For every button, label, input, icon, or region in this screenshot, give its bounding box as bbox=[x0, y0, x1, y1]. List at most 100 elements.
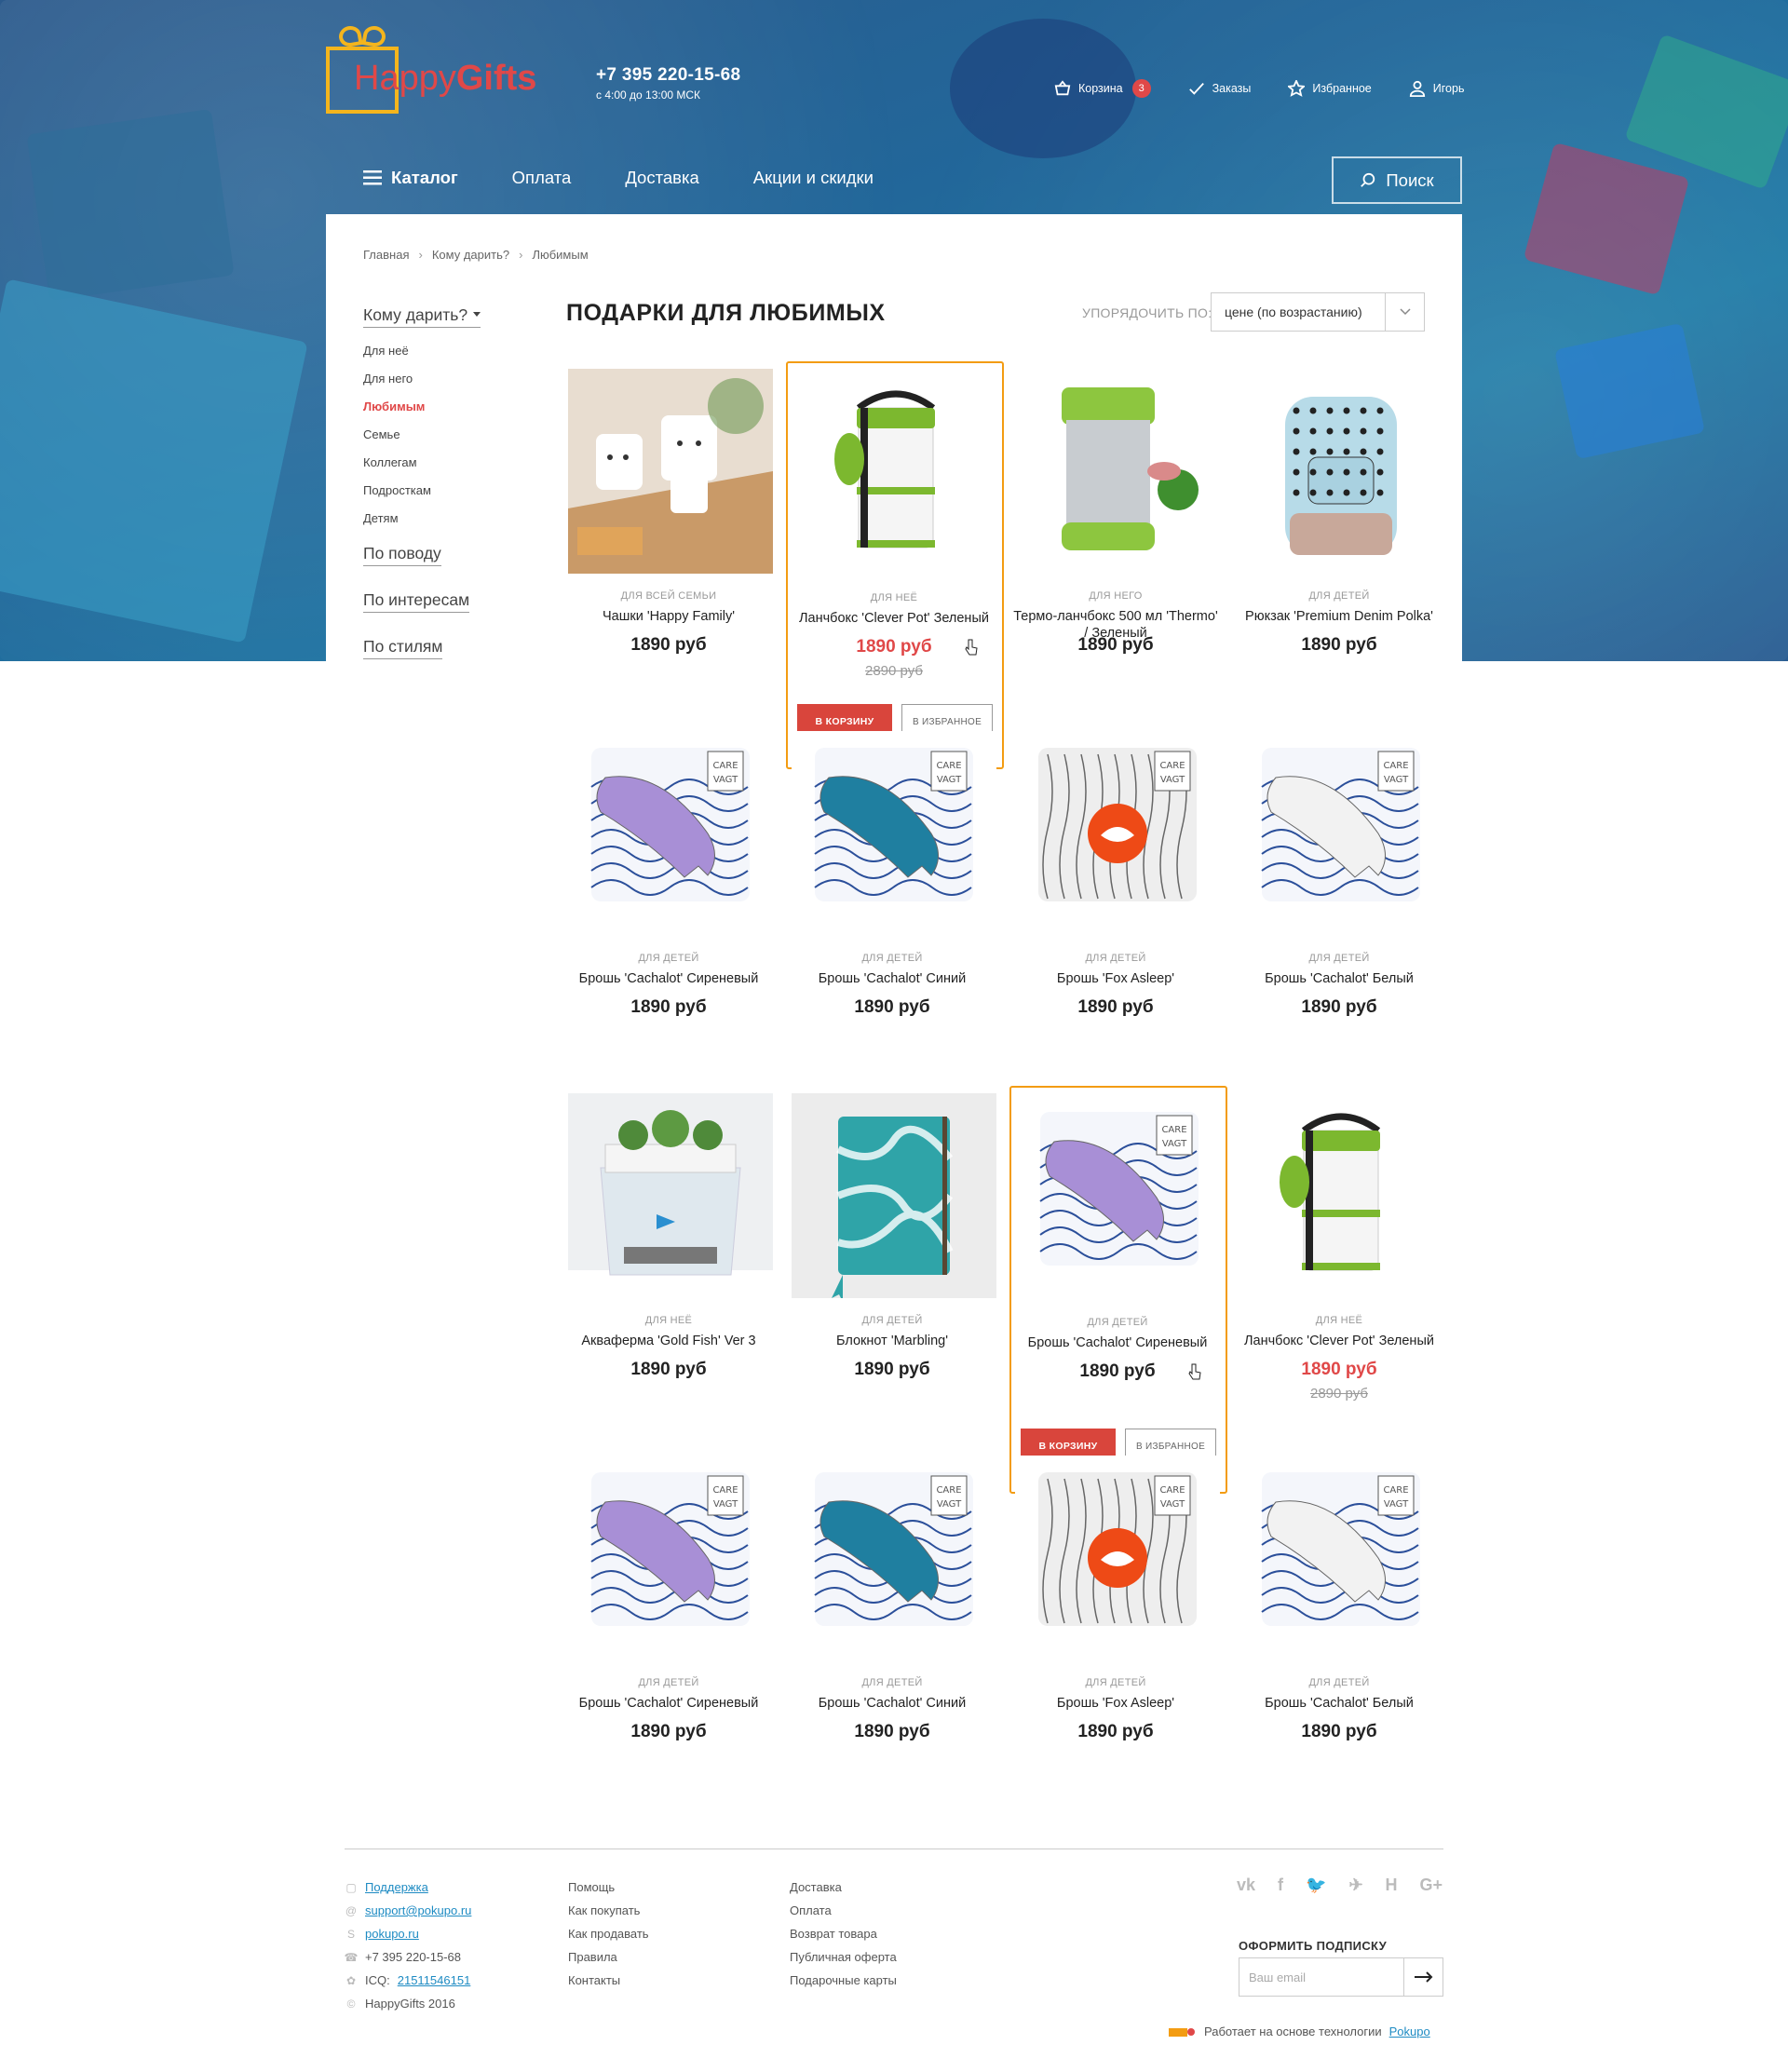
product-name[interactable]: Ланчбокс 'Clever Pot' Зеленый bbox=[1237, 1333, 1442, 1349]
product-card[interactable]: CARE VAGT ДЛЯ ДЕТЕЙ Брошь 'Cachalot' Сирене… bbox=[566, 729, 790, 1064]
product-name[interactable]: Брошь 'Cachalot' Синий bbox=[790, 1695, 995, 1712]
footer-contact-text[interactable]: Поддержка bbox=[365, 1880, 428, 1894]
breadcrumb-home[interactable]: Главная bbox=[363, 248, 409, 262]
vk-icon[interactable]: vk bbox=[1237, 1876, 1255, 1895]
footer-contact-text[interactable]: 21511546151 bbox=[398, 1973, 471, 1987]
product-image[interactable]: CARE VAGT bbox=[1017, 1095, 1222, 1300]
footer-contact-text[interactable]: pokupo.ru bbox=[365, 1927, 419, 1941]
product-image[interactable]: CARE VAGT bbox=[1015, 1456, 1220, 1660]
google-plus-icon[interactable]: G+ bbox=[1420, 1876, 1443, 1895]
twitter-icon[interactable]: 🐦 bbox=[1306, 1876, 1326, 1895]
user-account-link[interactable]: Игорь bbox=[1409, 80, 1464, 97]
facebook-icon[interactable]: f bbox=[1278, 1876, 1283, 1895]
footer-contact-text[interactable]: support@pokupo.ru bbox=[365, 1903, 471, 1917]
product-card[interactable]: CARE VAGT ДЛЯ ДЕТЕЙ Брошь 'Cachalot' Синий 1… bbox=[790, 1454, 1013, 1789]
product-image[interactable]: CARE VAGT bbox=[1239, 1456, 1443, 1660]
orders-link[interactable]: Заказы bbox=[1188, 80, 1251, 97]
product-image[interactable] bbox=[1015, 369, 1220, 574]
sidebar-occasion[interactable]: По поводу bbox=[363, 544, 441, 566]
product-card[interactable]: CARE VAGT ДЛЯ ДЕТЕЙ Брошь 'Cachalot' Сирене… bbox=[566, 1454, 790, 1789]
subscribe-submit-button[interactable] bbox=[1403, 1958, 1443, 1996]
logo[interactable]: HappyGifts bbox=[326, 24, 540, 114]
product-image[interactable]: CARE VAGT bbox=[792, 1456, 996, 1660]
product-card[interactable]: ДЛЯ ДЕТЕЙ Блокнот 'Marbling' 1890 руб bbox=[790, 1091, 1013, 1427]
product-name[interactable]: Брошь 'Cachalot' Сиреневый bbox=[1015, 1334, 1220, 1351]
breadcrumb-who[interactable]: Кому дарить? bbox=[432, 248, 509, 262]
product-name[interactable]: Рюкзак 'Premium Denim Polka' bbox=[1237, 608, 1442, 625]
favorites-link[interactable]: Избранное bbox=[1288, 80, 1372, 97]
sidebar-who-title[interactable]: Кому дарить? bbox=[363, 305, 481, 328]
product-card[interactable]: ДЛЯ ВСЕЙ СЕМЬИ Чашки 'Happy Family' 1890 р… bbox=[566, 367, 790, 702]
subscribe-form: Ваш email bbox=[1239, 1957, 1443, 1997]
nav-promo[interactable]: Акции и скидки bbox=[753, 168, 874, 188]
cart-link[interactable]: Корзина 3 bbox=[1054, 79, 1151, 98]
product-name[interactable]: Ланчбокс 'Clever Pot' Зеленый bbox=[792, 610, 996, 627]
subscribe-email-input[interactable]: Ваш email bbox=[1239, 1958, 1403, 1996]
sidebar-item-beloved[interactable]: Любимым bbox=[363, 397, 531, 425]
product-image[interactable]: CARE VAGT bbox=[792, 731, 996, 936]
product-card[interactable]: ДЛЯ НЕЁ Ланчбокс 'Clever Pot' Зеленый 1890… bbox=[786, 361, 1004, 769]
telegram-icon[interactable]: ✈ bbox=[1348, 1876, 1362, 1895]
product-card[interactable]: ДЛЯ НЕЁ Ланчбокс 'Clever Pot' Зеленый 1890… bbox=[1237, 1091, 1460, 1427]
product-card[interactable]: ДЛЯ ДЕТЕЙ Рюкзак 'Premium Denim Polka' 189… bbox=[1237, 367, 1460, 702]
sidebar-item-for-him[interactable]: Для него bbox=[363, 369, 531, 397]
product-image[interactable] bbox=[568, 1093, 773, 1298]
product-name[interactable]: Чашки 'Happy Family' bbox=[566, 608, 771, 625]
footer-link[interactable]: Контакты bbox=[568, 1969, 649, 1992]
habr-icon[interactable]: H bbox=[1386, 1876, 1398, 1895]
product-image[interactable]: CARE VAGT bbox=[568, 1456, 773, 1660]
footer-link[interactable]: Доставка bbox=[790, 1876, 897, 1899]
product-card[interactable]: CARE VAGT ДЛЯ ДЕТЕЙ Брошь 'Cachalot' Сирене… bbox=[1009, 1086, 1227, 1494]
product-name[interactable]: Блокнот 'Marbling' bbox=[790, 1333, 995, 1349]
product-card[interactable]: CARE VAGT ДЛЯ ДЕТЕЙ Брошь 'Cachalot' Белый 1… bbox=[1237, 729, 1460, 1064]
product-category: ДЛЯ ДЕТЕЙ bbox=[861, 1315, 923, 1326]
product-name[interactable]: Брошь 'Cachalot' Белый bbox=[1237, 970, 1442, 987]
footer-link[interactable]: Правила bbox=[568, 1945, 649, 1969]
product-image[interactable]: CARE VAGT bbox=[1239, 731, 1443, 936]
product-name[interactable]: Брошь 'Cachalot' Синий bbox=[790, 970, 995, 987]
product-image[interactable]: CARE VAGT bbox=[1015, 731, 1220, 936]
product-image[interactable] bbox=[1239, 1093, 1443, 1298]
product-name[interactable]: Брошь 'Cachalot' Сиреневый bbox=[566, 970, 771, 987]
sidebar-item-colleagues[interactable]: Коллегам bbox=[363, 453, 531, 481]
arrow-right-icon bbox=[1414, 1971, 1432, 1983]
subscribe-title: ОФОРМИТЬ ПОДПИСКУ bbox=[1239, 1939, 1387, 1953]
product-card[interactable]: CARE VAGT ДЛЯ ДЕТЕЙ Брошь 'Fox Asleep' 1890 … bbox=[1013, 729, 1237, 1064]
sidebar-styles[interactable]: По стилям bbox=[363, 637, 443, 659]
product-card[interactable]: CARE VAGT ДЛЯ ДЕТЕЙ Брошь 'Cachalot' Белый 1… bbox=[1237, 1454, 1460, 1789]
footer-link[interactable]: Как продавать bbox=[568, 1922, 649, 1945]
footer-link[interactable]: Оплата bbox=[790, 1899, 897, 1922]
nav-payment[interactable]: Оплата bbox=[512, 168, 572, 188]
nav-delivery[interactable]: Доставка bbox=[625, 168, 698, 188]
product-image[interactable]: CARE VAGT bbox=[568, 731, 773, 936]
footer-link[interactable]: Публичная оферта bbox=[790, 1945, 897, 1969]
search-button[interactable]: Поиск bbox=[1332, 156, 1462, 204]
product-card[interactable]: ДЛЯ НЕЁ Акваферма 'Gold Fish' Ver 3 1890 р… bbox=[566, 1091, 790, 1427]
product-image[interactable] bbox=[792, 1093, 996, 1298]
product-image[interactable] bbox=[568, 369, 773, 574]
footer-link[interactable]: Как покупать bbox=[568, 1899, 649, 1922]
footer-link[interactable]: Подарочные карты bbox=[790, 1969, 897, 1992]
product-card[interactable]: CARE VAGT ДЛЯ ДЕТЕЙ Брошь 'Cachalot' Синий 1… bbox=[790, 729, 1013, 1064]
catalog-menu-button[interactable]: Каталог bbox=[363, 168, 458, 188]
product-name[interactable]: Брошь 'Cachalot' Белый bbox=[1237, 1695, 1442, 1712]
product-card[interactable]: CARE VAGT ДЛЯ ДЕТЕЙ Брошь 'Fox Asleep' 1890 … bbox=[1013, 1454, 1237, 1789]
pokupo-link[interactable]: Pokupo bbox=[1389, 2025, 1430, 2038]
sidebar-item-family[interactable]: Семье bbox=[363, 425, 531, 453]
product-image[interactable] bbox=[1239, 369, 1443, 574]
footer-link[interactable]: Возврат товара bbox=[790, 1922, 897, 1945]
phone-number[interactable]: +7 395 220-15-68 bbox=[596, 65, 740, 86]
product-name[interactable]: Брошь 'Fox Asleep' bbox=[1013, 1695, 1218, 1712]
product-card[interactable]: ДЛЯ НЕГО Термо-ланчбокс 500 мл 'Thermo' /… bbox=[1013, 367, 1237, 702]
sidebar-interests[interactable]: По интересам bbox=[363, 590, 470, 613]
product-name[interactable]: Акваферма 'Gold Fish' Ver 3 bbox=[566, 1333, 771, 1349]
product-price: 1890 руб bbox=[1301, 997, 1377, 1017]
sidebar-item-kids[interactable]: Детям bbox=[363, 508, 531, 536]
sidebar-item-teens[interactable]: Подросткам bbox=[363, 481, 531, 508]
product-name[interactable]: Брошь 'Fox Asleep' bbox=[1013, 970, 1218, 987]
product-name[interactable]: Брошь 'Cachalot' Сиреневый bbox=[566, 1695, 771, 1712]
sidebar-item-for-her[interactable]: Для неё bbox=[363, 341, 531, 369]
footer-link[interactable]: Помощь bbox=[568, 1876, 649, 1899]
product-image[interactable] bbox=[793, 371, 998, 576]
sort-select[interactable]: цене (по возрастанию) bbox=[1211, 292, 1425, 332]
